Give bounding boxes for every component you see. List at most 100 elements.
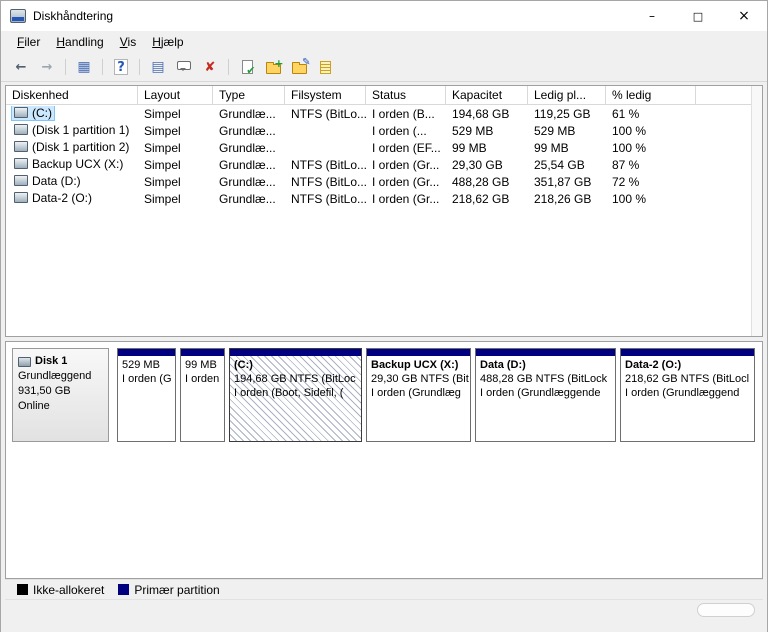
app-icon [10, 9, 26, 23]
column-header-status[interactable]: Status [366, 86, 446, 104]
column-header-pct-ledig[interactable]: % ledig [606, 86, 696, 104]
forward-icon[interactable]: → [35, 56, 59, 78]
partition-name: Data (D:) [480, 359, 526, 371]
menu-item-hjaelp[interactable]: Hjælp [144, 32, 191, 52]
partition-size-line: 488,28 GB NTFS (BitLock [480, 373, 608, 385]
column-header-kapacitet[interactable]: Kapacitet [446, 86, 528, 104]
volume-row-backup-ucx[interactable]: Backup UCX (X:) Simpel Grundlæ... NTFS (… [6, 156, 751, 173]
unallocated-swatch-icon [17, 584, 28, 595]
disk-status: Online [18, 400, 50, 412]
partition-recovery[interactable]: 529 MB I orden (G [117, 348, 176, 442]
volume-type: Grundlæ... [219, 123, 276, 138]
new-volume-icon[interactable] [261, 56, 285, 78]
volume-name: (Disk 1 partition 2) [32, 139, 130, 154]
disk-name: Disk 1 [35, 355, 68, 367]
volume-row-data-d[interactable]: Data (D:) Simpel Grundlæ... NTFS (BitLo.… [6, 173, 751, 190]
column-header-ledig-plads[interactable]: Ledig pl... [528, 86, 606, 104]
legend-item-primary-partition: Primær partition [118, 583, 220, 597]
toolbar-separator [65, 59, 66, 75]
partition-data2-o[interactable]: Data-2 (O:) 218,62 GB NTFS (BitLocl I or… [620, 348, 755, 442]
change-drive-letter-icon[interactable] [287, 56, 311, 78]
volume-capacity: 218,62 GB [452, 191, 510, 206]
volume-free: 99 MB [534, 140, 569, 155]
volume-capacity: 99 MB [452, 140, 487, 155]
properties-icon[interactable] [172, 56, 196, 78]
folder-edit-icon [291, 57, 311, 74]
disk-row: Disk 1 Grundlæggend 931,50 GB Online 529… [12, 348, 756, 442]
volume-status: I orden (B... [372, 106, 435, 121]
menu-item-handling[interactable]: Handling [48, 32, 111, 52]
partition-status-line: I orden (Grundlæggende [480, 387, 601, 399]
volume-icon [14, 124, 28, 136]
menu-item-filer[interactable]: Filer [9, 32, 48, 52]
delete-volume-icon[interactable]: ✘ [198, 56, 222, 78]
volume-status: I orden (EF... [372, 140, 441, 155]
column-header-filsystem[interactable]: Filsystem [285, 86, 366, 104]
column-header-type[interactable]: Type [213, 86, 285, 104]
partition-status-line: I orden (Grundlæggend [625, 387, 740, 399]
disk-size: 931,50 GB [18, 385, 71, 397]
list-view-icon[interactable]: ▤ [146, 56, 170, 78]
vertical-scrollbar[interactable] [751, 86, 762, 336]
volume-pct-free: 87 % [612, 157, 640, 172]
volume-row-data2-o[interactable]: Data-2 (O:) Simpel Grundlæ... NTFS (BitL… [6, 190, 751, 207]
volume-status: I orden (... [372, 123, 427, 138]
volume-row-c[interactable]: (C:) Simpel Grundlæ... NTFS (BitLo... I … [6, 105, 751, 122]
partition-color-bar [476, 349, 615, 356]
disk-panel[interactable]: Disk 1 Grundlæggend 931,50 GB Online [12, 348, 109, 442]
legend-bar: Ikke-allokeret Primær partition [5, 579, 763, 599]
scrollbar-thumb[interactable] [697, 603, 755, 617]
partition-data-d[interactable]: Data (D:) 488,28 GB NTFS (BitLock I orde… [475, 348, 616, 442]
volume-list-pane: Diskenhed Layout Type Filsystem Status K… [5, 85, 763, 337]
volume-icon [14, 192, 28, 204]
window-controls: – □ × [629, 1, 767, 31]
window-title: Diskhåndtering [33, 9, 114, 23]
help-icon[interactable]: ? [114, 59, 128, 75]
folder-plus-icon [265, 57, 284, 74]
partition-color-bar [118, 349, 175, 356]
toolbar-separator [102, 59, 103, 75]
volume-row-partition2[interactable]: (Disk 1 partition 2) Simpel Grundlæ... I… [6, 139, 751, 156]
volume-name: Backup UCX (X:) [32, 156, 124, 171]
close-button[interactable]: × [721, 1, 767, 31]
partition-c[interactable]: (C:) 194,68 GB NTFS (BitLoc I orden (Boo… [229, 348, 362, 442]
volume-free: 218,26 GB [534, 191, 592, 206]
maximize-button[interactable]: □ [675, 1, 721, 31]
volume-pct-free: 100 % [612, 191, 647, 206]
volume-filesystem: NTFS (BitLo... [291, 106, 366, 121]
partition-efi[interactable]: 99 MB I orden [180, 348, 225, 442]
partition-size-line: 218,62 GB NTFS (BitLocl [625, 373, 750, 385]
primary-partition-swatch-icon [118, 584, 130, 595]
volume-type: Grundlæ... [219, 174, 276, 189]
partition-size-line: 194,68 GB NTFS (BitLoc [234, 373, 356, 385]
volume-free: 119,25 GB [534, 106, 591, 121]
volume-layout: Simpel [144, 123, 181, 138]
volume-capacity: 29,30 GB [452, 157, 503, 172]
partition-backup-ucx[interactable]: Backup UCX (X:) 29,30 GB NTFS (Bit I ord… [366, 348, 471, 442]
volume-free: 25,54 GB [534, 157, 585, 172]
column-header-diskenhed[interactable]: Diskenhed [6, 86, 138, 104]
script-icon[interactable] [313, 56, 337, 78]
partition-name: (C:) [234, 359, 253, 371]
volume-layout: Simpel [144, 174, 181, 189]
console-tree-icon[interactable]: ▦ [72, 56, 96, 78]
volume-pct-free: 100 % [612, 140, 647, 155]
toolbar-separator [139, 59, 140, 75]
toolbar: ← → ▦ ? ▤ ✘ ✔ [1, 53, 767, 82]
mark-active-icon[interactable]: ✔ [235, 56, 259, 78]
titlebar: Diskhåndtering – □ × [1, 1, 767, 31]
volume-capacity: 488,28 GB [452, 174, 510, 189]
disk-icon [18, 356, 31, 367]
partition-size-line: 99 MB [185, 359, 217, 371]
volume-status: I orden (Gr... [372, 191, 440, 206]
back-icon[interactable]: ← [9, 56, 33, 78]
volume-type: Grundlæ... [219, 140, 276, 155]
volume-capacity: 529 MB [452, 123, 494, 138]
partition-color-bar [181, 349, 224, 356]
volume-row-partition1[interactable]: (Disk 1 partition 1) Simpel Grundlæ... I… [6, 122, 751, 139]
minimize-button[interactable]: – [629, 1, 675, 31]
column-header-layout[interactable]: Layout [138, 86, 213, 104]
volume-free: 529 MB [534, 123, 576, 138]
content-area: Diskenhed Layout Type Filsystem Status K… [1, 82, 767, 632]
menu-item-vis[interactable]: Vis [112, 32, 144, 52]
